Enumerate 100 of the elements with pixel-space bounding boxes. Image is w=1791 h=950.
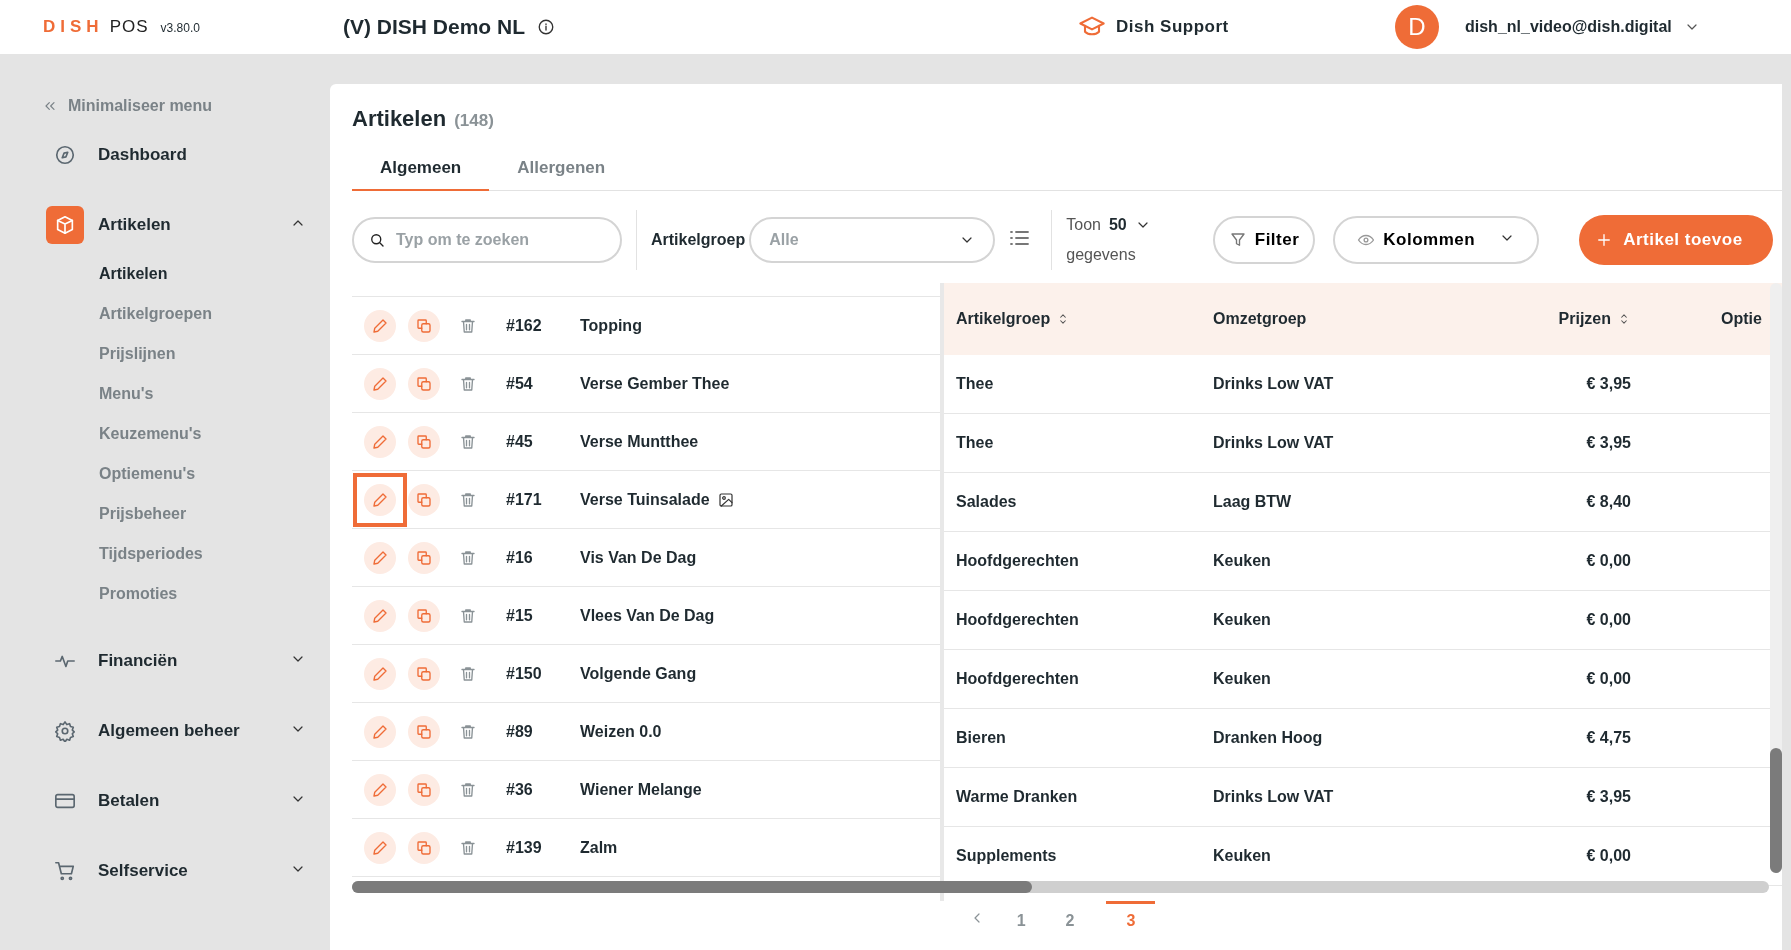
item-name: Verse Muntthee xyxy=(580,432,699,451)
edit-button[interactable] xyxy=(364,541,396,574)
filter-button[interactable]: Filter xyxy=(1212,216,1316,264)
copy-button[interactable] xyxy=(408,483,440,516)
item-id: #150 xyxy=(506,664,543,683)
copy-button[interactable] xyxy=(408,599,440,632)
search-icon xyxy=(368,231,386,249)
records-label: gegevens xyxy=(1066,246,1137,264)
logo-brand: DISH xyxy=(43,17,104,37)
compass-icon xyxy=(54,144,76,166)
item-id: #139 xyxy=(506,838,543,857)
nav-item[interactable]: Selfservice xyxy=(98,861,290,881)
nav-item[interactable]: Dashboard xyxy=(98,145,306,165)
table-cell: Keuken xyxy=(1213,552,1271,569)
horizontal-scrollbar[interactable] xyxy=(352,881,1032,893)
group-select[interactable]: Alle xyxy=(749,217,996,263)
table-cell: € 3,95 xyxy=(1586,434,1631,452)
vertical-scrollbar[interactable] xyxy=(1770,748,1782,873)
item-name: Zalm xyxy=(580,838,618,857)
table-cell: Keuken xyxy=(1213,847,1271,864)
edit-button[interactable] xyxy=(364,425,396,458)
copy-button[interactable] xyxy=(408,309,440,342)
table-cell: Keuken xyxy=(1213,611,1271,628)
table-cell: Warme Dranken xyxy=(956,788,1078,806)
edit-button[interactable] xyxy=(364,367,396,400)
box-icon xyxy=(54,214,76,236)
item-count: (148) xyxy=(454,111,494,131)
column-header: Optie xyxy=(1721,310,1762,327)
item-id: #15 xyxy=(506,606,534,625)
edit-button[interactable] xyxy=(364,715,396,748)
nav-subitem[interactable]: Optiemenu's xyxy=(8,454,330,494)
gear-icon xyxy=(54,720,76,742)
copy-button[interactable] xyxy=(408,831,440,864)
table-cell: € 0,00 xyxy=(1586,670,1631,688)
info-icon xyxy=(537,18,555,36)
item-name: Vlees Van De Dag xyxy=(580,606,715,625)
table-cell: Hoofdgerechten xyxy=(956,670,1079,688)
edit-button[interactable] xyxy=(364,773,396,806)
nav-subitem[interactable]: Menu's xyxy=(8,374,330,414)
search-field[interactable]: Typ om te zoeken xyxy=(352,217,622,263)
item-name: Weizen 0.0 xyxy=(580,722,662,741)
trash-icon xyxy=(459,432,477,451)
add-item-button[interactable]: Artikel toevoe xyxy=(1579,215,1773,265)
item-id: #162 xyxy=(506,316,543,335)
nav-subitem[interactable]: Promoties xyxy=(8,574,330,614)
edit-button[interactable] xyxy=(364,657,396,690)
trash-icon xyxy=(459,606,477,625)
table-cell: Hoofdgerechten xyxy=(956,552,1079,570)
nav-item[interactable]: Financiën xyxy=(98,651,290,671)
copy-icon xyxy=(415,548,433,567)
copy-button[interactable] xyxy=(408,541,440,574)
user-avatar[interactable]: D xyxy=(1395,5,1439,49)
tab[interactable]: Algemeen xyxy=(352,148,490,191)
item-name: Topping xyxy=(580,316,642,335)
collapse-menu-link[interactable]: Minimaliseer menu xyxy=(68,97,213,115)
table-cell: Hoofdgerechten xyxy=(956,611,1079,629)
table-cell: € 3,95 xyxy=(1586,375,1631,393)
item-id: #171 xyxy=(506,490,543,509)
nav-item[interactable]: Algemeen beheer xyxy=(98,721,290,741)
table-cell: € 8,40 xyxy=(1586,493,1631,511)
nav-subitem[interactable]: Artikelgroepen xyxy=(8,294,330,334)
nav-subitem[interactable]: Keuzemenu's xyxy=(8,414,330,454)
nav-subitem[interactable]: Prijslijnen xyxy=(8,334,330,374)
item-name: Wiener Melange xyxy=(580,780,702,799)
nav-subitem[interactable]: Prijsbeheer xyxy=(8,494,330,534)
page-link[interactable]: 1 xyxy=(1008,901,1034,934)
trash-icon xyxy=(459,838,477,857)
copy-button[interactable] xyxy=(408,425,440,458)
columns-button[interactable]: Kolommen xyxy=(1333,216,1540,264)
nav-item[interactable]: Artikelen xyxy=(98,215,290,235)
copy-icon xyxy=(415,780,433,799)
copy-button[interactable] xyxy=(408,367,440,400)
nav-subitem[interactable]: Tijdsperiodes xyxy=(8,534,330,574)
support-link[interactable]: Dish Support xyxy=(1116,17,1229,37)
table-cell: Supplements xyxy=(956,847,1057,865)
copy-button[interactable] xyxy=(408,715,440,748)
copy-button[interactable] xyxy=(408,773,440,806)
tab[interactable]: Allergenen xyxy=(489,148,634,191)
nav-subitem[interactable]: Artikelen xyxy=(8,254,330,294)
item-id: #45 xyxy=(506,432,534,451)
edit-button[interactable] xyxy=(364,599,396,632)
table-cell: Drinks Low VAT xyxy=(1213,788,1334,805)
table-cell: Keuken xyxy=(1213,670,1271,687)
item-id: #89 xyxy=(506,722,534,741)
page-link[interactable]: 3 xyxy=(1106,901,1156,934)
edit-button[interactable] xyxy=(364,309,396,342)
nav-item[interactable]: Betalen xyxy=(98,791,290,811)
column-header[interactable]: Artikelgroep xyxy=(956,310,1051,328)
page-size-select[interactable]: 50 xyxy=(1108,216,1127,234)
trash-icon xyxy=(459,722,477,741)
edit-button[interactable] xyxy=(364,483,396,516)
edit-button[interactable] xyxy=(364,831,396,864)
user-email[interactable]: dish_nl_video@dish.digital xyxy=(1465,18,1672,36)
copy-button[interactable] xyxy=(408,657,440,690)
page-link[interactable]: 2 xyxy=(1057,901,1083,934)
column-header[interactable]: Prijzen xyxy=(1558,310,1611,328)
trash-icon xyxy=(459,374,477,393)
item-name: Vis Van De Dag xyxy=(580,548,697,567)
trash-icon xyxy=(459,780,477,799)
item-name: Volgende Gang xyxy=(580,664,697,683)
